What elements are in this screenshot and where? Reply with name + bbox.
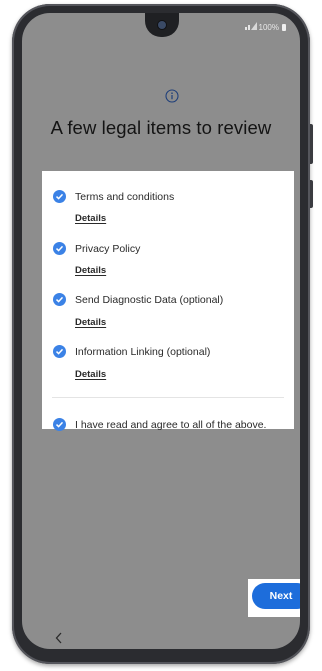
legal-item-label: Send Diagnostic Data (optional) [75, 294, 224, 306]
legal-item-label: Terms and conditions [75, 191, 175, 203]
legal-item-label: Privacy Policy [75, 243, 141, 255]
details-link[interactable]: Details [75, 213, 106, 224]
battery-percent: 100% [258, 22, 279, 32]
details-link[interactable]: Details [75, 369, 106, 380]
page-title: A few legal items to review [50, 117, 272, 138]
front-camera [158, 21, 166, 29]
battery-icon [282, 23, 286, 31]
checkbox-checked-icon[interactable] [53, 418, 66, 431]
checkbox-checked-icon[interactable] [53, 190, 66, 203]
agree-all-label: I have read and agree to all of the abov… [75, 419, 267, 431]
details-link[interactable]: Details [75, 265, 106, 276]
volume-button [310, 124, 313, 164]
next-button[interactable]: Next [252, 583, 300, 609]
next-button-highlight: Next [248, 579, 300, 617]
legal-item-label: Information Linking (optional) [75, 346, 211, 358]
checkbox-checked-icon[interactable] [53, 293, 66, 306]
checkbox-checked-icon[interactable] [53, 345, 66, 358]
back-chevron-icon[interactable] [54, 631, 64, 645]
details-link[interactable]: Details [75, 317, 106, 328]
checkbox-checked-icon[interactable] [53, 242, 66, 255]
legal-items-card: Terms and conditions Details Privacy Pol… [42, 171, 294, 431]
divider [52, 397, 284, 398]
screen: 100% A few legal items to review Terms a… [22, 13, 300, 649]
info-icon [165, 89, 179, 103]
phone-frame: 100% A few legal items to review Terms a… [12, 4, 313, 664]
status-bar: 100% [244, 22, 286, 32]
notch [145, 13, 179, 37]
signal-icon [244, 22, 257, 32]
power-button [310, 180, 313, 208]
